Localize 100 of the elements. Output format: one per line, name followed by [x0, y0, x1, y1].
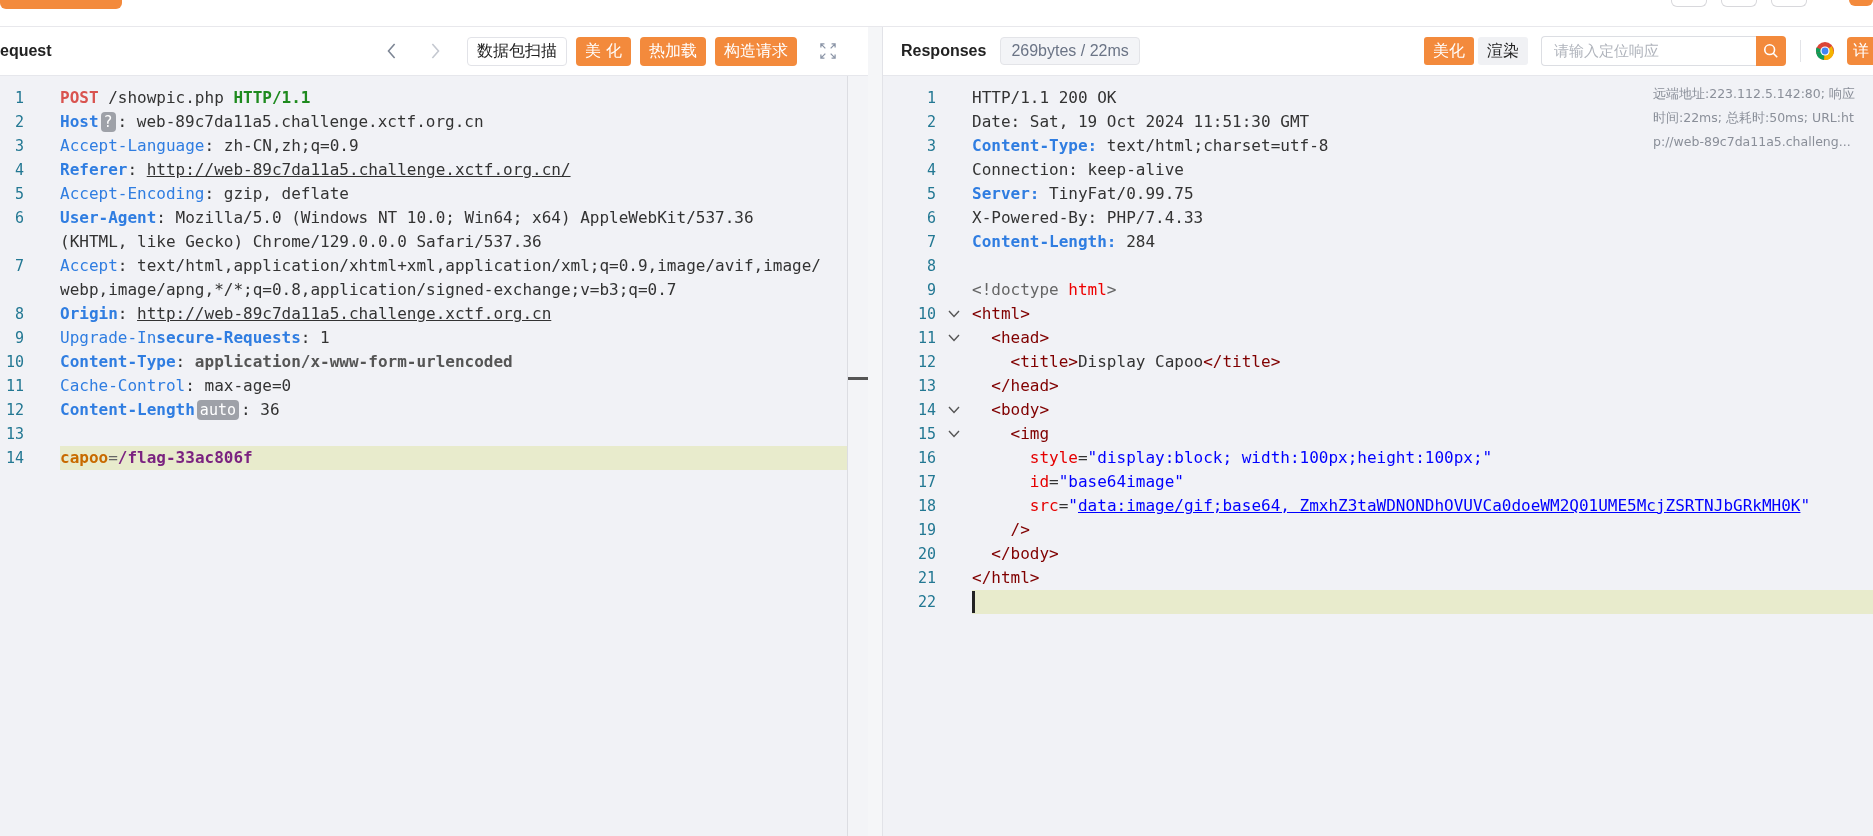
- toolbar-button[interactable]: [1771, 0, 1807, 7]
- search-field[interactable]: 请输入定位响应: [1541, 36, 1756, 66]
- code-token: Server:: [972, 183, 1040, 205]
- code-token: POST: [60, 87, 99, 109]
- code-token: : zh-CN,zh;q=0.9: [204, 135, 359, 157]
- code-token: capoo: [60, 447, 109, 469]
- toolbar-button[interactable]: 美 化: [575, 36, 631, 66]
- code-token: =: [1077, 447, 1088, 469]
- panel-title: Responses: [901, 42, 987, 60]
- code-token: </body>: [990, 543, 1059, 565]
- code-token: Accept-Encoding: [60, 183, 205, 205]
- stats-badge: 269bytes / 22ms: [1000, 37, 1140, 65]
- code-token: secure-Requests: [156, 327, 301, 349]
- code-token: </title>: [1203, 351, 1281, 373]
- line-number: 6: [925, 208, 936, 229]
- code-token: (KHTML, like Gecko) Chrome/129.0.0.0 Safari/537.36: [60, 231, 542, 253]
- code-token: >: [1106, 279, 1117, 301]
- code-token: "base64image": [1058, 471, 1184, 493]
- code-token: id: [1028, 471, 1050, 493]
- toolbar-button[interactable]: [1849, 0, 1873, 6]
- toolbar-button[interactable]: [1671, 0, 1707, 7]
- view-mode-tab[interactable]: 渲染: [1478, 37, 1528, 65]
- code-token: Connection: keep-alive: [972, 159, 1184, 181]
- code-token: : web-89c7da11a5.challenge.xctf.org.cn: [117, 111, 484, 133]
- code-token: Referer: [60, 159, 128, 181]
- scroll-marker: [848, 377, 868, 380]
- code-token: <title>: [1009, 351, 1078, 373]
- code-token: TinyFat/0.99.75: [1048, 183, 1194, 205]
- hint-badge: ?: [100, 112, 116, 132]
- url-text: data:image/gif;base64, ZmxhZ3taWDNONDhOVUVCa0doeWM2Q01UME5McjZSRTNJbGRkMH0K: [1078, 495, 1801, 517]
- response-info-text: 远端地址:223.112.5.142:80; 响应: [1653, 85, 1856, 103]
- code-token: />: [1009, 519, 1030, 541]
- line-number: 12: [916, 352, 936, 373]
- line-number: 14: [4, 448, 24, 469]
- code-token: X-Powered-By: PHP/7.4.33: [972, 207, 1204, 229]
- toolbar-button[interactable]: [1721, 0, 1757, 7]
- code-token: 284: [1125, 231, 1156, 253]
- line-number: 3: [13, 136, 24, 157]
- code-token: HTTP/1.1 200 OK: [972, 87, 1117, 109]
- scrollbar[interactable]: [847, 76, 868, 836]
- toolbar-button[interactable]: 热加载: [640, 36, 706, 66]
- code-token: User-Agent: [60, 207, 157, 229]
- response-info-text: 时间:22ms; 总耗时:50ms; URL:ht: [1653, 109, 1855, 127]
- code-token: ": [1068, 495, 1078, 517]
- code-token: : max-age=0: [185, 375, 292, 397]
- line-number: 7: [13, 256, 24, 277]
- line-number: 7: [925, 232, 936, 253]
- code-token: : text/html,application/xhtml+xml,application/xml;q=0.9,image/avif,image/: [117, 255, 821, 277]
- browser-icon[interactable]: [1815, 41, 1835, 61]
- code-token: <head>: [990, 327, 1050, 349]
- code-token: src: [1028, 495, 1059, 517]
- line-number: 20: [916, 544, 936, 565]
- toolbar-button[interactable]: 数据包扫描: [466, 36, 567, 66]
- fullscreen-icon[interactable]: [820, 43, 836, 59]
- code-token: =: [1049, 471, 1059, 493]
- code-token: : 36: [241, 399, 280, 421]
- line-number: 4: [925, 160, 936, 181]
- code-token: <!doctype: [972, 279, 1060, 301]
- code-token: =: [108, 447, 118, 469]
- code-token: html: [1068, 279, 1107, 301]
- line-number: 9: [13, 328, 24, 349]
- line-number: 1: [925, 88, 936, 109]
- hint-badge: auto: [196, 400, 239, 420]
- search-icon: [1763, 43, 1779, 59]
- code-token: ": [1800, 495, 1811, 517]
- code-token: Cache-Control: [60, 375, 186, 397]
- code-token: Display Capoo: [1077, 351, 1204, 373]
- search-button[interactable]: [1756, 36, 1786, 66]
- line-number: 4: [13, 160, 24, 181]
- line-number: 8: [925, 256, 936, 277]
- code-token: :: [127, 159, 139, 181]
- code-token: </html>: [972, 567, 1040, 589]
- line-number: 6: [13, 208, 24, 229]
- code-token: "display:block; width:100px;height:100px;": [1087, 447, 1493, 469]
- code-token: Content-Type:: [972, 135, 1098, 157]
- code-token: Content-Type: [60, 351, 176, 373]
- details-button[interactable]: 详: [1847, 37, 1873, 65]
- code-token: =: [1058, 495, 1069, 517]
- code-token: </head>: [990, 375, 1059, 397]
- code-token: style: [1028, 447, 1078, 469]
- line-number: 14: [916, 400, 936, 421]
- code-token: /showpic.php: [107, 87, 225, 109]
- view-mode-tab[interactable]: 美化: [1424, 37, 1474, 65]
- toolbar-button[interactable]: 构造请求: [715, 36, 797, 66]
- code-token: text/html;charset=utf-8: [1105, 135, 1329, 157]
- line-number: 17: [916, 472, 936, 493]
- code-token: :: [117, 303, 129, 325]
- code-token: :: [175, 351, 187, 373]
- line-number: 9: [925, 280, 936, 301]
- code-token: Content-Length:: [972, 231, 1117, 253]
- code-token: <img: [1009, 423, 1050, 445]
- code-token: Upgrade-In: [60, 327, 157, 349]
- code-token: Content-Length: [60, 399, 195, 421]
- line-number: 5: [13, 184, 24, 205]
- line-number: 11: [916, 328, 936, 349]
- line-number: 15: [916, 424, 936, 445]
- code-token: : Mozilla/5.0 (Windows NT 10.0; Win64; x64) AppleWebKit/537.36: [156, 207, 754, 229]
- line-number: 10: [916, 304, 936, 325]
- line-number: 22: [916, 592, 936, 613]
- line-number: 1: [13, 88, 24, 109]
